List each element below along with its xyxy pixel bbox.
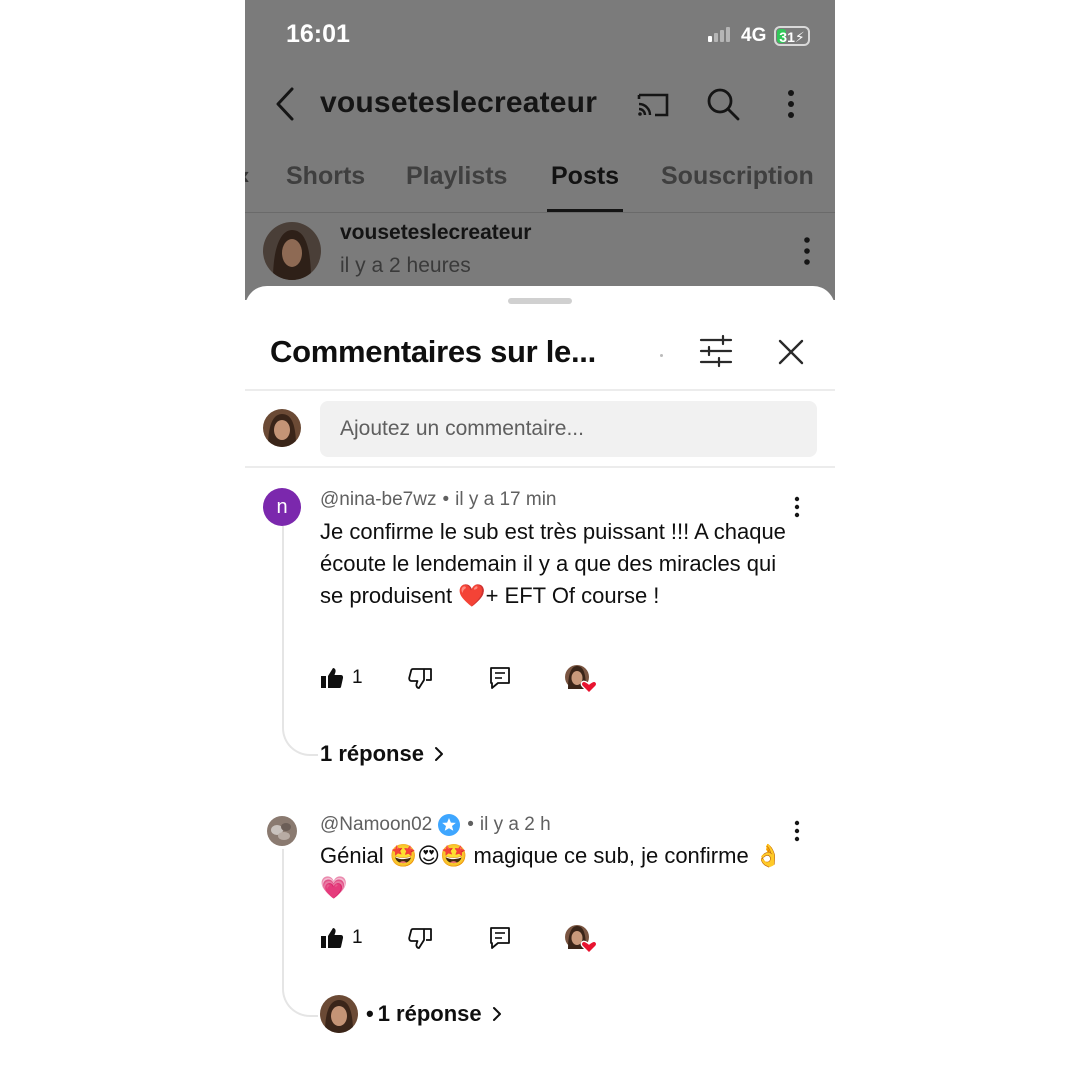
verified-badge-icon — [438, 814, 461, 836]
status-time: 16:01 — [286, 20, 350, 48]
replies-count-label: 1 réponse — [377, 1001, 482, 1026]
add-comment-input[interactable] — [320, 401, 817, 457]
search-icon[interactable] — [705, 86, 741, 122]
battery-level: 31⚡ — [779, 29, 805, 45]
replies-count-label: 1 réponse — [320, 741, 424, 766]
phone-screen: 16:01 4G 31⚡ vouseteslecreateur ‹ — [245, 0, 835, 1080]
comment-text: Génial 🤩😍🤩 magique ce sub, je confirme 👌… — [320, 843, 783, 900]
comments-sheet: Commentaires sur le... n @nina-be7wz — [245, 286, 835, 1080]
thumbs-up-icon[interactable] — [320, 666, 344, 690]
commenter-avatar[interactable]: n — [263, 488, 301, 526]
post-author-avatar[interactable] — [263, 222, 321, 280]
tab-souscription[interactable]: Souscription — [661, 162, 814, 191]
replier-avatar — [320, 995, 358, 1033]
network-type: 4G — [741, 25, 767, 46]
comment-more-icon[interactable] — [793, 496, 801, 518]
channel-title: vouseteslecreateur — [320, 86, 598, 119]
meta-separator: • — [467, 814, 474, 835]
meta-separator: • — [442, 489, 450, 510]
comment-timestamp: il y a 2 h — [479, 814, 551, 835]
tab-playlists[interactable]: Playlists — [406, 162, 507, 191]
close-icon[interactable] — [777, 338, 805, 366]
chevron-right-icon — [492, 1007, 501, 1021]
sheet-title: Commentaires sur le... — [270, 334, 596, 369]
comment-timestamp: il y a 17 min — [455, 489, 557, 510]
meta-separator: • — [366, 1001, 374, 1026]
comment-meta: @nina-be7wz • il y a 17 min — [320, 489, 557, 511]
thumbs-up-icon[interactable] — [320, 926, 344, 950]
post-timestamp: il y a 2 heures — [340, 254, 471, 277]
post-author-name[interactable]: vouseteslecreateur — [340, 221, 531, 245]
like-count: 1 — [352, 927, 363, 948]
cast-icon[interactable] — [635, 86, 671, 122]
signal-icon — [708, 27, 730, 42]
my-avatar — [263, 409, 301, 447]
channel-tabs: ‹ Shorts Playlists Posts Souscription — [245, 150, 835, 212]
battery-icon: 31⚡ — [774, 26, 810, 46]
title-separator-dot — [660, 354, 663, 357]
view-replies-button[interactable]: • 1 réponse — [320, 995, 502, 1033]
post-more-icon[interactable] — [800, 236, 814, 266]
tabs-divider — [245, 212, 835, 213]
commenter-avatar[interactable] — [267, 816, 297, 846]
comment-text: Je confirme le sub est très puissant !!!… — [320, 519, 786, 608]
like-count: 1 — [352, 667, 363, 688]
sheet-drag-handle[interactable] — [508, 298, 572, 304]
more-vertical-icon[interactable] — [773, 86, 809, 122]
reply-icon[interactable] — [488, 926, 512, 950]
comment-meta: @Namoon02 • il y a 2 h — [320, 813, 551, 837]
comment-author-handle[interactable]: @nina-be7wz — [320, 489, 436, 511]
tabs-scroll-chevron: ‹ — [245, 160, 250, 191]
input-divider — [245, 466, 835, 468]
view-replies-button[interactable]: 1 réponse — [320, 741, 444, 767]
comment-author-handle[interactable]: @Namoon02 — [320, 814, 432, 836]
creator-heart-icon — [565, 665, 598, 694]
sheet-header-divider — [245, 389, 835, 391]
thread-connector-line — [282, 849, 318, 1017]
tab-shorts[interactable]: Shorts — [286, 162, 365, 191]
channel-page-dimmed: 16:01 4G 31⚡ vouseteslecreateur ‹ — [245, 0, 835, 300]
chevron-right-icon — [434, 747, 443, 761]
thumbs-down-icon[interactable] — [408, 666, 432, 690]
thumbs-down-icon[interactable] — [408, 926, 432, 950]
tab-posts[interactable]: Posts — [551, 162, 619, 191]
reply-icon[interactable] — [488, 666, 512, 690]
back-icon[interactable] — [270, 86, 300, 122]
comment-more-icon[interactable] — [793, 820, 801, 842]
filter-icon[interactable] — [699, 334, 733, 368]
thread-connector-line — [282, 526, 318, 756]
creator-heart-icon — [565, 925, 598, 954]
